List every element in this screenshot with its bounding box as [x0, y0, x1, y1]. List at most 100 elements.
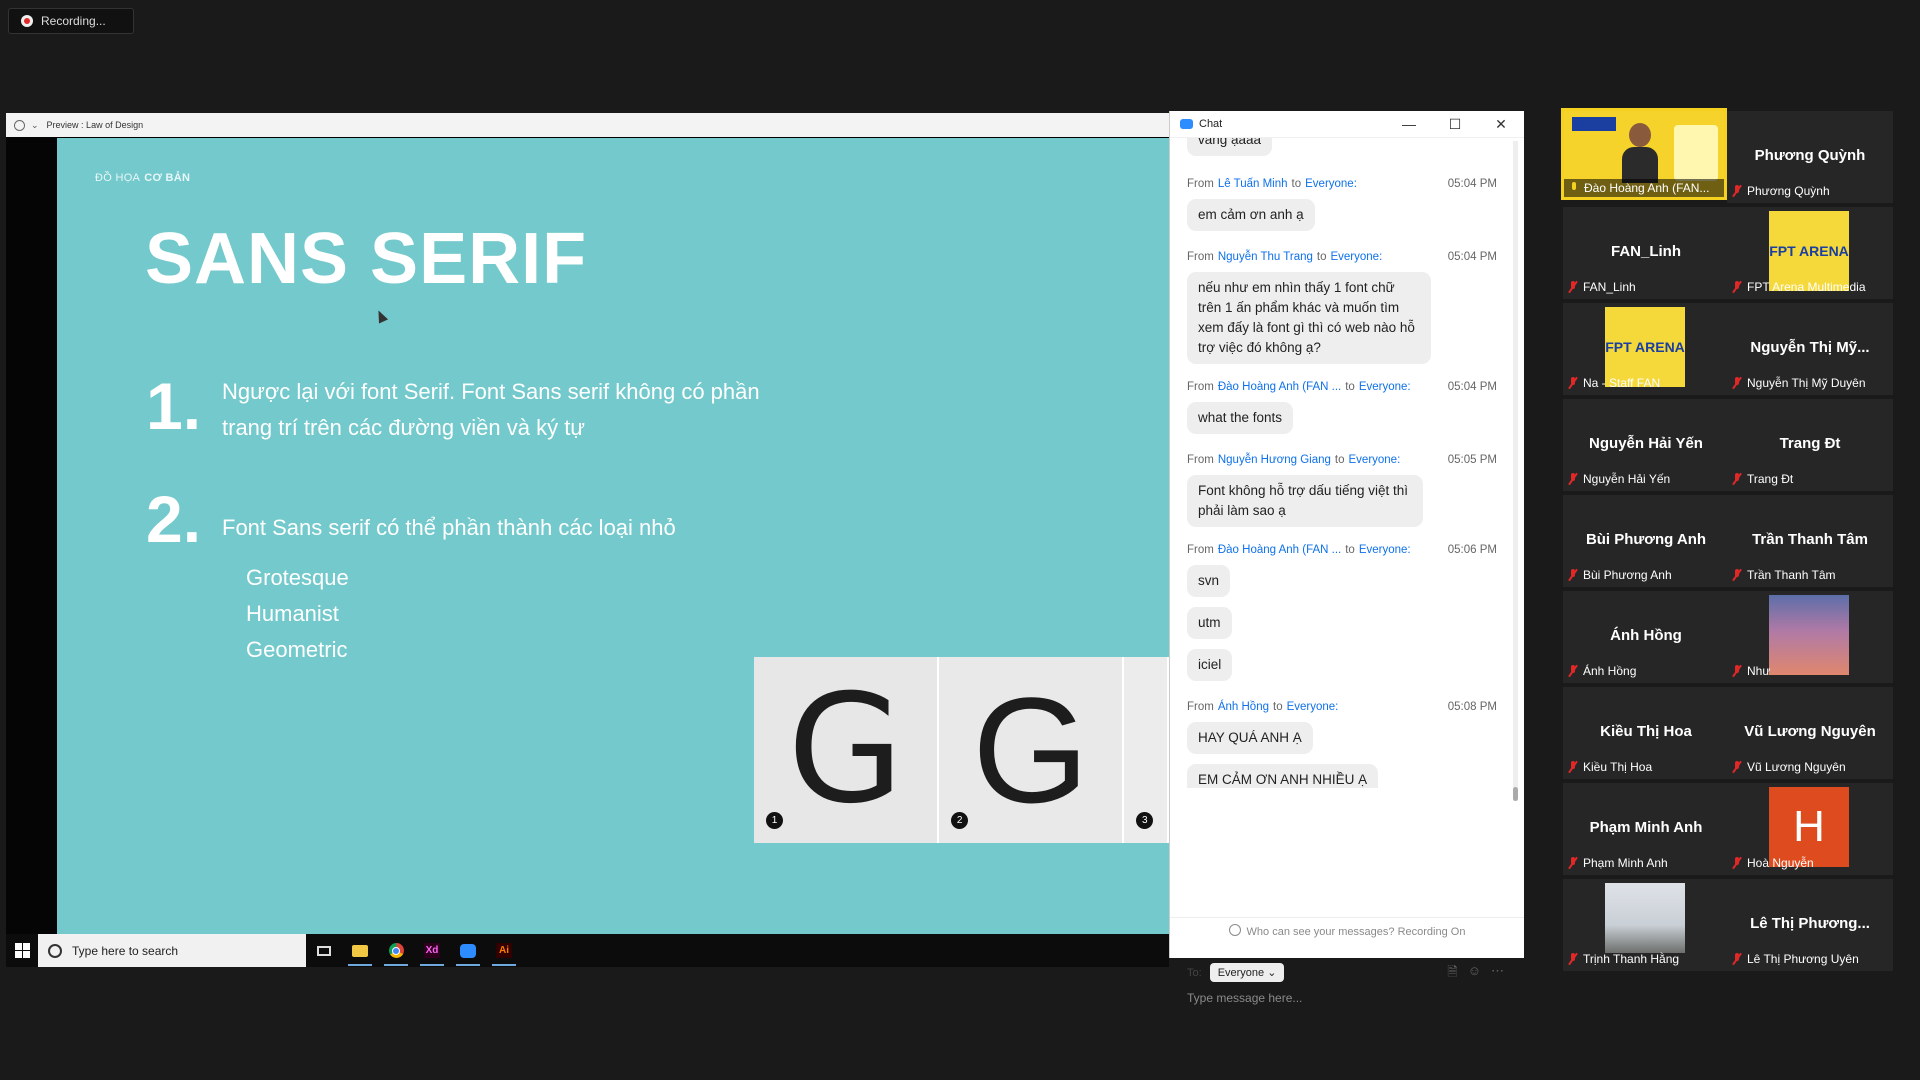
font-sample-2: G 2: [939, 657, 1125, 843]
emoji-icon[interactable]: ☺: [1468, 963, 1481, 985]
message-time: 05:06 PM: [1447, 544, 1497, 556]
chat-privacy-notice[interactable]: Who can see your messages? Recording On: [1170, 917, 1524, 938]
participant-label: Na - Staff FAN: [1569, 376, 1660, 390]
start-button[interactable]: [6, 934, 38, 967]
close-icon[interactable]: ✕: [1478, 111, 1524, 137]
recording-label: Recording...: [41, 14, 106, 28]
participant-tile[interactable]: Phạm Minh Anh Phạm Minh Anh: [1563, 783, 1729, 875]
chat-recipient-row: To: Everyone ⌄: [1187, 963, 1285, 982]
message-recipient[interactable]: Everyone:: [1359, 381, 1411, 393]
subitem-geometric: Geometric: [246, 637, 348, 662]
participant-label: Ánh Hồng: [1569, 664, 1636, 678]
participant-avatar: FPT ARENA: [1769, 211, 1849, 291]
message-recipient[interactable]: Everyone:: [1305, 178, 1357, 190]
message-header: From Ánh Hồng to Everyone: 05:08 PM: [1187, 701, 1497, 713]
message-recipient[interactable]: Everyone:: [1359, 544, 1411, 556]
chat-header: Chat — ☐ ✕: [1170, 111, 1524, 138]
preview-app-icon: [14, 119, 25, 131]
participant-avatar: FPT ARENA: [1605, 307, 1685, 387]
participant-name: Lê Thị Phương Uyên: [1747, 952, 1859, 966]
chat-scrollbar[interactable]: [1513, 141, 1518, 801]
file-icon[interactable]: 🗎: [1447, 963, 1457, 985]
participant-name: Đào Hoàng Anh (FAN...: [1584, 181, 1710, 195]
chat-bubble: EM CẢM ƠN ANH NHIỀU Ạ: [1187, 764, 1379, 788]
chevron-down-icon[interactable]: ⌄: [31, 120, 39, 131]
preview-title-bar: ⌄ Preview : Law of Design: [6, 113, 1169, 137]
participant-display-name: FAN_Linh: [1611, 243, 1681, 260]
participant-tile[interactable]: FPT ARENA FPT Arena Multimedia: [1727, 207, 1893, 299]
task-view-button[interactable]: [306, 934, 342, 967]
participant-tile[interactable]: Nguyễn Thị Mỹ... Nguyễn Thị Mỹ Duyên: [1727, 303, 1893, 395]
message-time: 05:04 PM: [1447, 178, 1497, 190]
muted-mic-icon: [1569, 569, 1577, 581]
message-header: From Lê Tuấn Minh to Everyone: 05:04 PM: [1187, 178, 1497, 190]
participant-label: Đào Hoàng Anh (FAN...: [1564, 179, 1724, 197]
more-icon[interactable]: ⋯: [1491, 963, 1504, 985]
participant-name: FAN_Linh: [1583, 280, 1636, 294]
participant-label: Phương Quỳnh: [1733, 184, 1830, 198]
participant-name: Vũ Lương Nguyên: [1747, 760, 1846, 774]
participant-avatar: H: [1769, 787, 1849, 867]
participant-tile[interactable]: Nguyễn Hải Yến Nguyễn Hải Yến: [1563, 399, 1729, 491]
chat-message-input[interactable]: Type message here...: [1187, 991, 1302, 1005]
participant-tile[interactable]: Trần Thanh Tâm Trần Thanh Tâm: [1727, 495, 1893, 587]
task-view-icon: [317, 945, 331, 956]
participant-label: Vũ Lương Nguyên: [1733, 760, 1846, 774]
message-sender[interactable]: Nguyễn Hương Giang: [1218, 454, 1331, 466]
participant-tile[interactable]: Như: [1727, 591, 1893, 683]
adobe-xd-icon: Xd: [423, 943, 441, 958]
message-recipient[interactable]: Everyone:: [1349, 454, 1401, 466]
chat-notice-text: Who can see your messages? Recording On: [1246, 926, 1466, 938]
chat-title: Chat: [1199, 118, 1223, 130]
message-sender[interactable]: Đào Hoàng Anh (FAN ...: [1218, 381, 1341, 393]
taskbar-search-placeholder: Type here to search: [72, 943, 179, 958]
font-sample-strip: G 1 G 2 3: [754, 657, 1169, 843]
chat-bubble: what the fonts: [1187, 402, 1294, 434]
sample-letter: G: [787, 663, 904, 837]
muted-mic-icon: [1733, 665, 1741, 677]
participant-name: Nguyễn Thị Mỹ Duyên: [1747, 376, 1866, 390]
message-sender[interactable]: Lê Tuấn Minh: [1218, 178, 1288, 190]
participant-tile[interactable]: Lê Thị Phương... Lê Thị Phương Uyên: [1727, 879, 1893, 971]
message-sender[interactable]: Đào Hoàng Anh (FAN ...: [1218, 544, 1341, 556]
file-explorer-button[interactable]: [342, 934, 378, 967]
message-time: 05:04 PM: [1447, 381, 1497, 393]
message-recipient[interactable]: Everyone:: [1330, 251, 1382, 263]
chevron-down-icon: ⌄: [1267, 967, 1277, 979]
windows-logo-icon: [14, 943, 30, 958]
maximize-icon[interactable]: ☐: [1432, 111, 1478, 137]
message-sender[interactable]: Nguyễn Thu Trang: [1218, 251, 1313, 263]
message-recipient[interactable]: Everyone:: [1287, 701, 1339, 713]
chat-bubble: iciel: [1187, 649, 1233, 681]
participant-tile[interactable]: Ánh Hồng Ánh Hồng: [1563, 591, 1729, 683]
point-text-2: Font Sans serif có thể phần thành các lo…: [222, 515, 676, 540]
recording-indicator[interactable]: Recording...: [8, 8, 134, 34]
participant-display-name: Nguyễn Thị Mỹ...: [1750, 339, 1870, 356]
message-time: 05:05 PM: [1447, 454, 1497, 466]
participant-tile[interactable]: FPT ARENA Na - Staff FAN: [1563, 303, 1729, 395]
participant-tile[interactable]: Trịnh Thanh Hằng: [1563, 879, 1729, 971]
recipient-dropdown[interactable]: Everyone ⌄: [1209, 963, 1285, 982]
participant-name: Bùi Phương Anh: [1583, 568, 1672, 582]
poster-text: FPT ARENA: [1605, 339, 1685, 355]
participant-tile[interactable]: H Hoà Nguyễn: [1727, 783, 1893, 875]
adobe-xd-button[interactable]: Xd: [414, 934, 450, 967]
message-sender[interactable]: Ánh Hồng: [1218, 701, 1269, 713]
taskbar-search[interactable]: Type here to search: [38, 934, 306, 967]
participant-label: FPT Arena Multimedia: [1733, 280, 1866, 294]
chrome-button[interactable]: [378, 934, 414, 967]
minimize-icon[interactable]: —: [1386, 111, 1432, 137]
participant-tile[interactable]: FAN_Linh FAN_Linh: [1563, 207, 1729, 299]
participant-tile[interactable]: Vũ Lương Nguyên Vũ Lương Nguyên: [1727, 687, 1893, 779]
zoom-button[interactable]: [450, 934, 486, 967]
illustrator-button[interactable]: Ai: [486, 934, 522, 967]
participant-label: Trịnh Thanh Hằng: [1569, 952, 1679, 966]
banner-graphic: [1572, 117, 1616, 131]
participant-label: Hoà Nguyễn: [1733, 856, 1814, 870]
participant-tile[interactable]: Bùi Phương Anh Bùi Phương Anh: [1563, 495, 1729, 587]
participant-tile[interactable]: Kiều Thị Hoa Kiều Thị Hoa: [1563, 687, 1729, 779]
participant-tile-host[interactable]: Đào Hoàng Anh (FAN...: [1561, 108, 1727, 200]
participant-tile[interactable]: Phương Quỳnh Phương Quỳnh: [1727, 111, 1893, 203]
participant-tile[interactable]: Trang Đt Trang Đt: [1727, 399, 1893, 491]
font-sample-1: G 1: [754, 657, 940, 843]
